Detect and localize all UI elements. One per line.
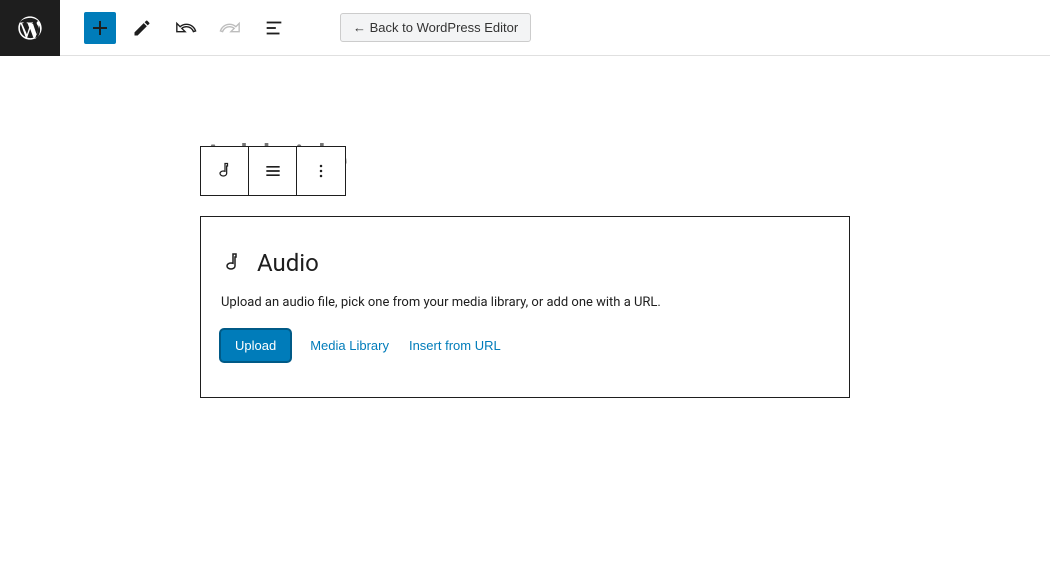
more-options-button[interactable] — [297, 147, 345, 195]
block-type-button[interactable] — [201, 147, 249, 195]
placeholder-header: Audio — [221, 249, 829, 277]
editor-content: Add title Audio Upload an audio file, pi… — [200, 136, 850, 398]
audio-block-placeholder: Audio Upload an audio file, pick one fro… — [200, 216, 850, 398]
redo-icon — [219, 17, 241, 39]
list-icon — [263, 17, 285, 39]
tools-button[interactable] — [124, 10, 160, 46]
editor-header: ← Back to WordPress Editor — [0, 0, 1050, 56]
insert-from-url-button[interactable]: Insert from URL — [409, 338, 501, 353]
redo-button[interactable] — [212, 10, 248, 46]
toolbar-left — [60, 10, 300, 46]
add-block-button[interactable] — [84, 12, 116, 44]
placeholder-description: Upload an audio file, pick one from your… — [221, 295, 829, 310]
editor-canvas: Add title Audio Upload an audio file, pi… — [0, 56, 1050, 398]
wordpress-icon — [16, 14, 44, 42]
pencil-icon — [132, 18, 152, 38]
back-to-editor-button[interactable]: ← Back to WordPress Editor — [340, 13, 531, 42]
placeholder-title: Audio — [257, 249, 319, 277]
wordpress-logo[interactable] — [0, 0, 60, 56]
undo-icon — [175, 17, 197, 39]
undo-button[interactable] — [168, 10, 204, 46]
block-toolbar — [200, 146, 346, 196]
plus-icon — [88, 16, 112, 40]
upload-button[interactable]: Upload — [221, 330, 290, 361]
more-vertical-icon — [311, 161, 331, 181]
media-library-button[interactable]: Media Library — [310, 338, 389, 353]
placeholder-actions: Upload Media Library Insert from URL — [221, 330, 829, 361]
audio-icon — [215, 161, 235, 181]
align-icon — [263, 161, 283, 181]
details-button[interactable] — [256, 10, 292, 46]
align-button[interactable] — [249, 147, 297, 195]
audio-icon — [221, 251, 245, 275]
